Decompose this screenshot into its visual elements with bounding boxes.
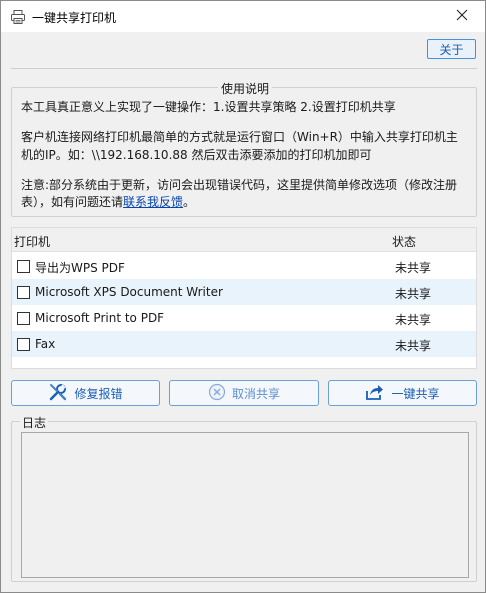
cancel-circle-icon xyxy=(208,383,226,404)
window-title: 一键共享打印机 xyxy=(32,11,117,25)
printer-list: 打印机 状态 导出为WPS PDF 未共享 Microsoft XPS Docu… xyxy=(11,227,477,369)
close-icon xyxy=(456,9,468,24)
app-window: 一键共享打印机 关于 使用说明 本工具真正意义上实现了一键操作：1.设置共享策略… xyxy=(0,0,486,593)
usage-line-5: 表），如有问题还请联系我反馈。 xyxy=(21,193,195,211)
printer-status: 未共享 xyxy=(395,339,432,353)
printer-row[interactable]: 导出为WPS PDF 未共享 xyxy=(12,253,476,279)
usage-line-1: 本工具真正意义上实现了一键操作：1.设置共享策略 2.设置打印机共享 xyxy=(21,100,396,114)
usage-line-5-suffix: 。 xyxy=(183,195,196,209)
feedback-link[interactable]: 联系我反馈 xyxy=(123,195,183,209)
usage-line-2: 客户机连接网络打印机最简单的方式就是运行窗口（Win+R）中输入共享打印机主 xyxy=(21,130,458,144)
printer-checkbox[interactable] xyxy=(17,286,30,299)
printer-name: Microsoft XPS Document Writer xyxy=(35,285,223,299)
about-button[interactable]: 关于 xyxy=(427,39,476,59)
log-textarea[interactable] xyxy=(21,432,469,578)
printer-row[interactable]: Fax 未共享 xyxy=(12,331,476,357)
repair-button-label: 修复报错 xyxy=(74,386,123,401)
cancel-share-button-label: 取消共享 xyxy=(231,386,280,401)
printer-row[interactable]: Microsoft Print to PDF 未共享 xyxy=(12,305,476,331)
printer-status: 未共享 xyxy=(395,261,432,275)
close-button[interactable] xyxy=(439,1,485,32)
printer-name: 导出为WPS PDF xyxy=(35,261,125,275)
printer-name: Fax xyxy=(35,337,56,351)
usage-line-3: 机的IP。如：\\192.168.10.88 然后双击添要添加的打印机加即可 xyxy=(21,148,372,162)
column-header-status: 状态 xyxy=(392,235,417,249)
column-header-printer: 打印机 xyxy=(14,235,51,249)
wrench-icon xyxy=(48,382,68,405)
usage-line-5-prefix: 表），如有问题还请 xyxy=(21,195,124,209)
log-title: 日志 xyxy=(20,414,49,431)
printer-name: Microsoft Print to PDF xyxy=(35,311,165,325)
usage-title: 使用说明 xyxy=(218,80,273,97)
divider xyxy=(11,68,477,69)
title-bar: 一键共享打印机 xyxy=(1,1,485,32)
share-arrow-icon xyxy=(365,383,385,404)
printer-icon xyxy=(10,9,26,25)
printer-checkbox[interactable] xyxy=(17,260,30,273)
printer-status: 未共享 xyxy=(395,287,432,301)
printer-row[interactable]: Microsoft XPS Document Writer 未共享 xyxy=(12,279,476,305)
printer-list-header: 打印机 状态 xyxy=(12,228,476,252)
printer-checkbox[interactable] xyxy=(17,338,30,351)
share-button[interactable]: 一键共享 xyxy=(328,380,477,406)
cancel-share-button[interactable]: 取消共享 xyxy=(169,380,319,406)
repair-button[interactable]: 修复报错 xyxy=(11,380,160,406)
usage-line-4: 注意:部分系统由于更新，访问会出现错误代码，这里提供简单修改选项（修改注册 xyxy=(21,178,458,192)
printer-status: 未共享 xyxy=(395,313,432,327)
printer-checkbox[interactable] xyxy=(17,312,30,325)
share-button-label: 一键共享 xyxy=(391,386,440,401)
